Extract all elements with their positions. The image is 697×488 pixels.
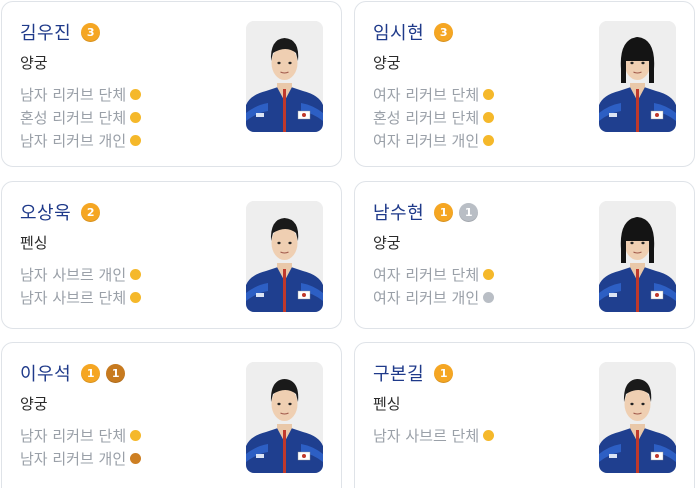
event-label: 혼성 리커브 단체 <box>373 109 480 127</box>
athlete-card[interactable]: 남수현 1 1 양궁 여자 리커브 단체 여자 리커브 개인 <box>354 181 695 329</box>
event-item: 남자 사브르 개인 <box>20 263 142 286</box>
gold-medal-dot-icon <box>483 89 495 100</box>
gold-medal-count-badge: 1 <box>81 363 101 383</box>
athlete-name[interactable]: 오상욱 <box>20 199 71 225</box>
bronze-medal-dot-icon <box>130 453 142 464</box>
gold-medal-dot-icon <box>130 269 142 280</box>
gold-medal-dot-icon <box>483 112 495 123</box>
event-list: 남자 리커브 단체 혼성 리커브 단체 남자 리커브 개인 <box>20 83 142 152</box>
athlete-name[interactable]: 남수현 <box>373 199 424 225</box>
name-row: 구본길 1 <box>373 360 454 386</box>
event-list: 남자 리커브 단체 남자 리커브 개인 <box>20 424 142 470</box>
athlete-photo <box>246 201 323 312</box>
event-item: 여자 리커브 단체 <box>373 263 495 286</box>
event-item: 남자 리커브 단체 <box>20 83 142 106</box>
event-item: 혼성 리커브 단체 <box>20 106 142 129</box>
athlete-card[interactable]: 이우석 1 1 양궁 남자 리커브 단체 남자 리커브 개인 <box>1 342 342 488</box>
event-list: 여자 리커브 단체 여자 리커브 개인 <box>373 263 495 309</box>
event-item: 남자 리커브 개인 <box>20 447 142 470</box>
athlete-card[interactable]: 구본길 1 펜싱 남자 사브르 단체 <box>354 342 695 488</box>
bronze-medal-count-badge: 1 <box>106 363 126 383</box>
event-item: 남자 리커브 개인 <box>20 129 142 152</box>
silver-medal-dot-icon <box>483 292 495 303</box>
athlete-photo <box>599 201 676 312</box>
athlete-name[interactable]: 구본길 <box>373 360 424 386</box>
gold-medal-count-badge: 2 <box>81 202 101 222</box>
athlete-name[interactable]: 김우진 <box>20 19 71 45</box>
name-row: 이우석 1 1 <box>20 360 126 386</box>
gold-medal-dot-icon <box>130 135 142 146</box>
athlete-photo <box>246 21 323 132</box>
event-label: 남자 리커브 개인 <box>20 132 127 150</box>
event-label: 혼성 리커브 단체 <box>20 109 127 127</box>
name-row: 남수현 1 1 <box>373 199 479 225</box>
silver-medal-count-badge: 1 <box>459 202 479 222</box>
name-row: 임시현 3 <box>373 19 454 45</box>
athlete-photo <box>599 362 676 473</box>
gold-medal-dot-icon <box>130 292 142 303</box>
gold-medal-count-badge: 1 <box>434 202 454 222</box>
event-label: 남자 사브르 단체 <box>20 289 127 307</box>
event-label: 여자 리커브 개인 <box>373 132 480 150</box>
sport-label: 양궁 <box>373 54 401 72</box>
gold-medal-count-badge: 3 <box>81 22 101 42</box>
athlete-card-grid: 김우진 3 양궁 남자 리커브 단체 혼성 리커브 단체 남자 리커브 개인 임… <box>0 0 697 488</box>
gold-medal-dot-icon <box>483 135 495 146</box>
event-item: 혼성 리커브 단체 <box>373 106 495 129</box>
athlete-photo <box>599 21 676 132</box>
event-label: 남자 사브르 단체 <box>373 427 480 445</box>
athlete-card[interactable]: 오상욱 2 펜싱 남자 사브르 개인 남자 사브르 단체 <box>1 181 342 329</box>
athlete-card[interactable]: 김우진 3 양궁 남자 리커브 단체 혼성 리커브 단체 남자 리커브 개인 <box>1 1 342 167</box>
gold-medal-dot-icon <box>130 89 142 100</box>
athlete-name[interactable]: 이우석 <box>20 360 71 386</box>
event-list: 여자 리커브 단체 혼성 리커브 단체 여자 리커브 개인 <box>373 83 495 152</box>
gold-medal-count-badge: 3 <box>434 22 454 42</box>
gold-medal-dot-icon <box>483 430 495 441</box>
name-row: 김우진 3 <box>20 19 101 45</box>
event-item: 여자 리커브 단체 <box>373 83 495 106</box>
sport-label: 양궁 <box>373 234 401 252</box>
event-label: 여자 리커브 단체 <box>373 86 480 104</box>
athlete-name[interactable]: 임시현 <box>373 19 424 45</box>
gold-medal-dot-icon <box>483 269 495 280</box>
sport-label: 양궁 <box>20 54 48 72</box>
sport-label: 펜싱 <box>373 395 401 413</box>
athlete-card[interactable]: 임시현 3 양궁 여자 리커브 단체 혼성 리커브 단체 여자 리커브 개인 <box>354 1 695 167</box>
event-label: 남자 리커브 개인 <box>20 450 127 468</box>
sport-label: 양궁 <box>20 395 48 413</box>
event-list: 남자 사브르 개인 남자 사브르 단체 <box>20 263 142 309</box>
event-item: 여자 리커브 개인 <box>373 286 495 309</box>
event-label: 여자 리커브 개인 <box>373 289 480 307</box>
gold-medal-count-badge: 1 <box>434 363 454 383</box>
sport-label: 펜싱 <box>20 234 48 252</box>
athlete-photo <box>246 362 323 473</box>
event-label: 남자 사브르 개인 <box>20 266 127 284</box>
event-label: 남자 리커브 단체 <box>20 86 127 104</box>
event-item: 남자 사브르 단체 <box>20 286 142 309</box>
event-label: 여자 리커브 단체 <box>373 266 480 284</box>
event-item: 남자 사브르 단체 <box>373 424 495 447</box>
gold-medal-dot-icon <box>130 112 142 123</box>
event-list: 남자 사브르 단체 <box>373 424 495 447</box>
event-item: 여자 리커브 개인 <box>373 129 495 152</box>
name-row: 오상욱 2 <box>20 199 101 225</box>
event-item: 남자 리커브 단체 <box>20 424 142 447</box>
gold-medal-dot-icon <box>130 430 142 441</box>
event-label: 남자 리커브 단체 <box>20 427 127 445</box>
